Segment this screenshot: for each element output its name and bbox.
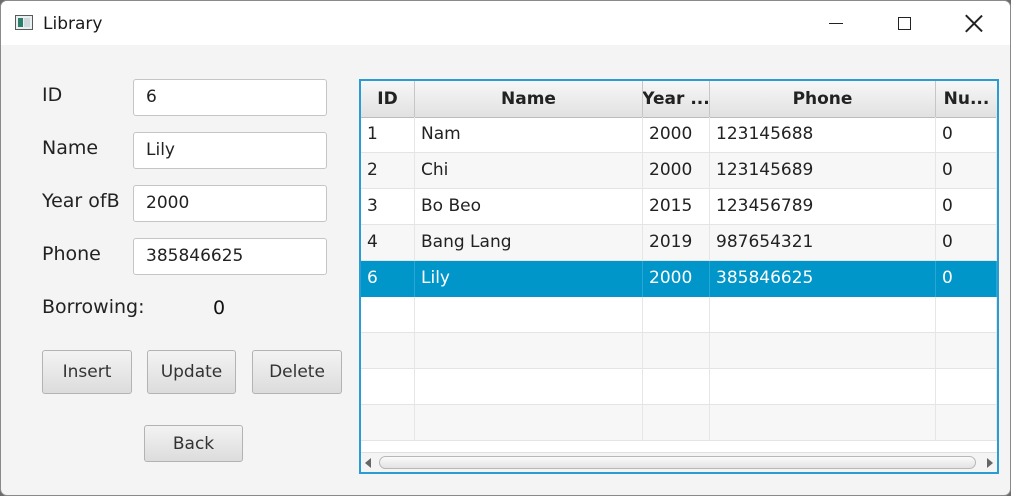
close-button[interactable] (951, 1, 997, 45)
borrowing-label: Borrowing: (42, 296, 145, 318)
table-header: ID Name Year ... Phone Nu... (361, 81, 997, 118)
cell-year: 2000 (643, 153, 710, 189)
members-table[interactable]: ID Name Year ... Phone Nu... 1 Nam 2000 … (359, 79, 999, 474)
column-header-year[interactable]: Year ... (643, 81, 710, 117)
delete-button[interactable]: Delete (252, 350, 342, 394)
column-header-id[interactable]: ID (361, 81, 415, 117)
insert-button[interactable]: Insert (42, 350, 132, 394)
empty-row (361, 333, 997, 369)
cell-number: 0 (936, 261, 997, 297)
window-title: Library (43, 14, 103, 34)
close-icon (965, 14, 983, 32)
cell-id: 6 (361, 261, 415, 297)
name-field[interactable]: Lily (133, 132, 327, 169)
name-label: Name (42, 137, 99, 159)
phone-field[interactable]: 385846625 (133, 238, 327, 275)
cell-phone: 385846625 (710, 261, 936, 297)
cell-year: 2000 (643, 117, 710, 153)
horizontal-scrollbar[interactable] (361, 452, 997, 472)
year-field[interactable]: 2000 (133, 185, 327, 222)
title-bar[interactable]: Library (1, 1, 1010, 45)
cell-number: 0 (936, 225, 997, 261)
column-header-phone[interactable]: Phone (710, 81, 936, 117)
cell-year: 2000 (643, 261, 710, 297)
cell-phone: 987654321 (710, 225, 936, 261)
cell-number: 0 (936, 153, 997, 189)
cell-id: 3 (361, 189, 415, 225)
minimize-icon (829, 22, 843, 24)
cell-phone: 123456789 (710, 189, 936, 225)
table-row[interactable]: 3 Bo Beo 2015 123456789 0 (361, 189, 997, 225)
maximize-icon (897, 16, 911, 30)
cell-name: Bo Beo (415, 189, 643, 225)
cell-name: Lily (415, 261, 643, 297)
scroll-left-icon[interactable] (365, 458, 371, 468)
table-row[interactable]: 1 Nam 2000 123145688 0 (361, 117, 997, 153)
cell-year: 2019 (643, 225, 710, 261)
table-row[interactable]: 4 Bang Lang 2019 987654321 0 (361, 225, 997, 261)
empty-row (361, 297, 997, 333)
table-row[interactable]: 2 Chi 2000 123145689 0 (361, 153, 997, 189)
back-button[interactable]: Back (144, 425, 243, 462)
empty-row (361, 405, 997, 441)
cell-name: Nam (415, 117, 643, 153)
column-header-name[interactable]: Name (415, 81, 643, 117)
id-label: ID (42, 84, 63, 106)
cell-number: 0 (936, 189, 997, 225)
cell-number: 0 (936, 117, 997, 153)
scroll-right-icon[interactable] (987, 458, 993, 468)
cell-phone: 123145689 (710, 153, 936, 189)
empty-row (361, 369, 997, 405)
cell-phone: 123145688 (710, 117, 936, 153)
cell-id: 1 (361, 117, 415, 153)
cell-year: 2015 (643, 189, 710, 225)
borrowing-value: 0 (213, 297, 226, 319)
update-button[interactable]: Update (147, 350, 236, 394)
cell-id: 2 (361, 153, 415, 189)
table-row-selected[interactable]: 6 Lily 2000 385846625 0 (361, 261, 997, 297)
maximize-button[interactable] (881, 1, 927, 45)
year-label: Year ofB (42, 190, 120, 212)
id-field[interactable]: 6 (133, 79, 327, 116)
cell-name: Chi (415, 153, 643, 189)
cell-name: Bang Lang (415, 225, 643, 261)
cell-id: 4 (361, 225, 415, 261)
phone-label: Phone (42, 243, 101, 265)
library-window: Library ID 6 Name Lily Year ofB 2000 Pho… (0, 0, 1011, 496)
app-icon (15, 15, 33, 30)
scrollbar-thumb[interactable] (379, 456, 976, 469)
minimize-button[interactable] (813, 1, 859, 45)
column-header-number[interactable]: Nu... (936, 81, 997, 117)
